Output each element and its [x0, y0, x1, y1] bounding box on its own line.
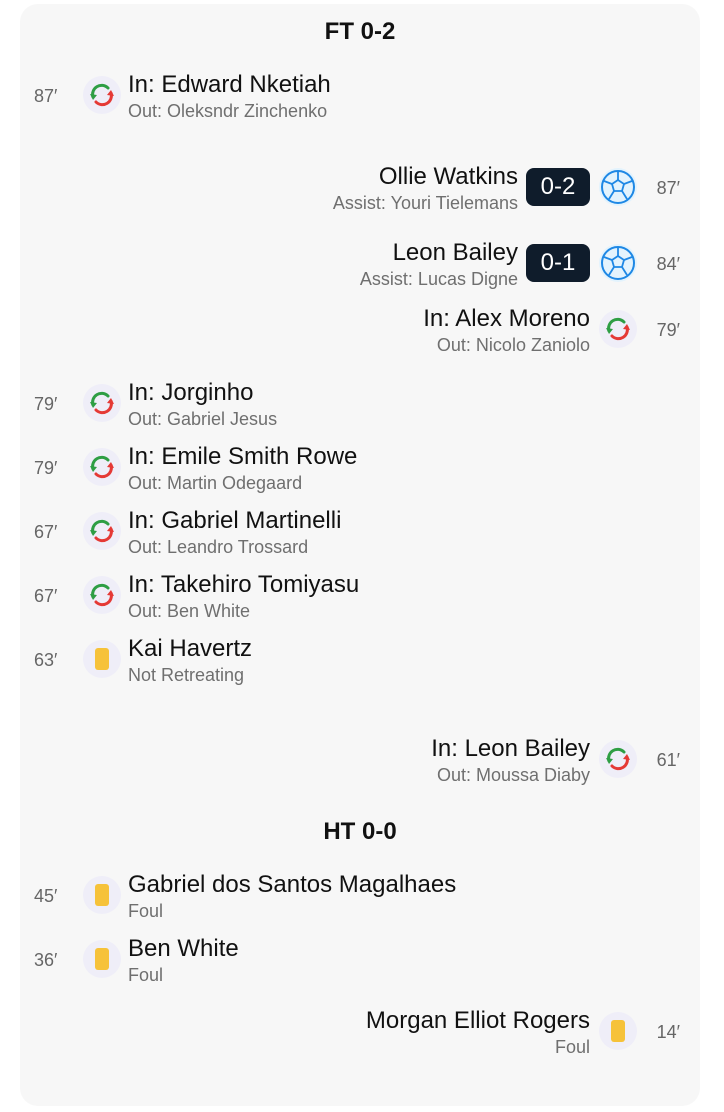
event-minute: 14′: [656, 1022, 680, 1042]
yellow-card-icon: [83, 876, 121, 914]
event-row[interactable]: 87′ 0-2 Ollie Watkins Assist: Youri Tiele…: [20, 163, 700, 224]
event-scorer: Ollie Watkins: [378, 163, 518, 190]
event-assist: Assist: Youri Tielemans: [332, 193, 518, 213]
event-player-in: In: Emile Smith Rowe: [128, 443, 358, 470]
match-timeline: FT 0-2 87′ In: Edward Nketiah Out: Oleksn…: [20, 4, 700, 1106]
yellow-card-icon: [599, 1012, 637, 1050]
event-player-in: In: Takehiro Tomiyasu: [128, 571, 360, 598]
event-minute: 45′: [34, 886, 58, 906]
substitution-icon: [83, 448, 121, 486]
event-player-in: In: Gabriel Martinelli: [128, 507, 342, 534]
event-row[interactable]: 87′ In: Edward Nketiah Out: Oleksndr Zinc…: [20, 71, 700, 132]
event-minute: 63′: [34, 650, 58, 670]
event-row[interactable]: 79′ In: Emile Smith Rowe Out: Martin Odeg…: [20, 443, 700, 504]
event-minute: 67′: [34, 522, 58, 542]
substitution-icon: [83, 512, 121, 550]
event-row[interactable]: 63′ Kai Havertz Not Retreating: [20, 635, 700, 696]
event-player: Morgan Elliot Rogers: [365, 1007, 590, 1034]
event-minute: 36′: [34, 950, 58, 970]
event-row[interactable]: 67′ In: Gabriel Martinelli Out: Leandro T…: [20, 507, 700, 568]
event-player: Gabriel dos Santos Magalhaes: [128, 871, 457, 898]
substitution-icon: [599, 740, 637, 778]
event-row[interactable]: 84′ 0-1 Leon Bailey Assist: Lucas Digne: [20, 239, 700, 300]
event-player-out: Out: Moussa Diaby: [436, 765, 590, 785]
event-row[interactable]: 14′ Morgan Elliot Rogers Foul: [20, 1007, 700, 1068]
score-badge: 0-1: [526, 244, 590, 282]
event-scorer: Leon Bailey: [392, 239, 518, 266]
event-player-out: Out: Ben White: [128, 601, 251, 621]
period-header-ft: FT 0-2: [324, 18, 396, 45]
event-player-in: In: Leon Bailey: [431, 735, 590, 762]
event-player-out: Out: Gabriel Jesus: [128, 409, 278, 429]
event-player-out: Out: Martin Odegaard: [128, 473, 303, 493]
event-minute: 67′: [34, 586, 58, 606]
event-player-in: In: Jorginho: [128, 379, 254, 406]
substitution-icon: [83, 576, 121, 614]
period-header-ht: HT 0-0: [323, 818, 397, 845]
event-reason: Not Retreating: [128, 665, 245, 685]
event-player: Ben White: [128, 935, 239, 962]
substitution-icon: [599, 310, 637, 348]
event-row[interactable]: 36′ Ben White Foul: [20, 935, 700, 996]
yellow-card-icon: [83, 640, 121, 678]
event-player-in: In: Edward Nketiah: [128, 71, 331, 98]
event-minute: 87′: [656, 178, 680, 198]
event-minute: 79′: [34, 458, 58, 478]
substitution-icon: [83, 384, 121, 422]
event-minute: 84′: [656, 254, 680, 274]
event-minute: 79′: [656, 320, 680, 340]
event-reason: Foul: [128, 965, 164, 985]
event-minute: 87′: [34, 86, 58, 106]
event-player-out: Out: Nicolo Zaniolo: [436, 335, 590, 355]
event-player-out: Out: Oleksndr Zinchenko: [128, 101, 328, 121]
event-player: Kai Havertz: [128, 635, 253, 662]
event-row[interactable]: 61′ In: Leon Bailey Out: Moussa Diaby: [20, 735, 700, 796]
substitution-icon: [83, 76, 121, 114]
event-minute: 79′: [34, 394, 58, 414]
event-reason: Foul: [128, 901, 164, 921]
event-assist: Assist: Lucas Digne: [359, 269, 518, 289]
event-row[interactable]: 67′ In: Takehiro Tomiyasu Out: Ben White: [20, 571, 700, 632]
score-badge: 0-2: [526, 168, 590, 206]
yellow-card-icon: [83, 940, 121, 978]
football-icon: [599, 168, 637, 206]
football-icon: [599, 244, 637, 282]
event-row[interactable]: 79′ In: Alex Moreno Out: Nicolo Zaniolo: [20, 305, 700, 366]
event-minute: 61′: [656, 750, 680, 770]
event-row[interactable]: 79′ In: Jorginho Out: Gabriel Jesus: [20, 379, 700, 440]
event-reason: Foul: [554, 1037, 590, 1057]
event-player-out: Out: Leandro Trossard: [128, 537, 309, 557]
event-row[interactable]: 45′ Gabriel dos Santos Magalhaes Foul: [20, 871, 700, 932]
event-player-in: In: Alex Moreno: [423, 305, 590, 332]
